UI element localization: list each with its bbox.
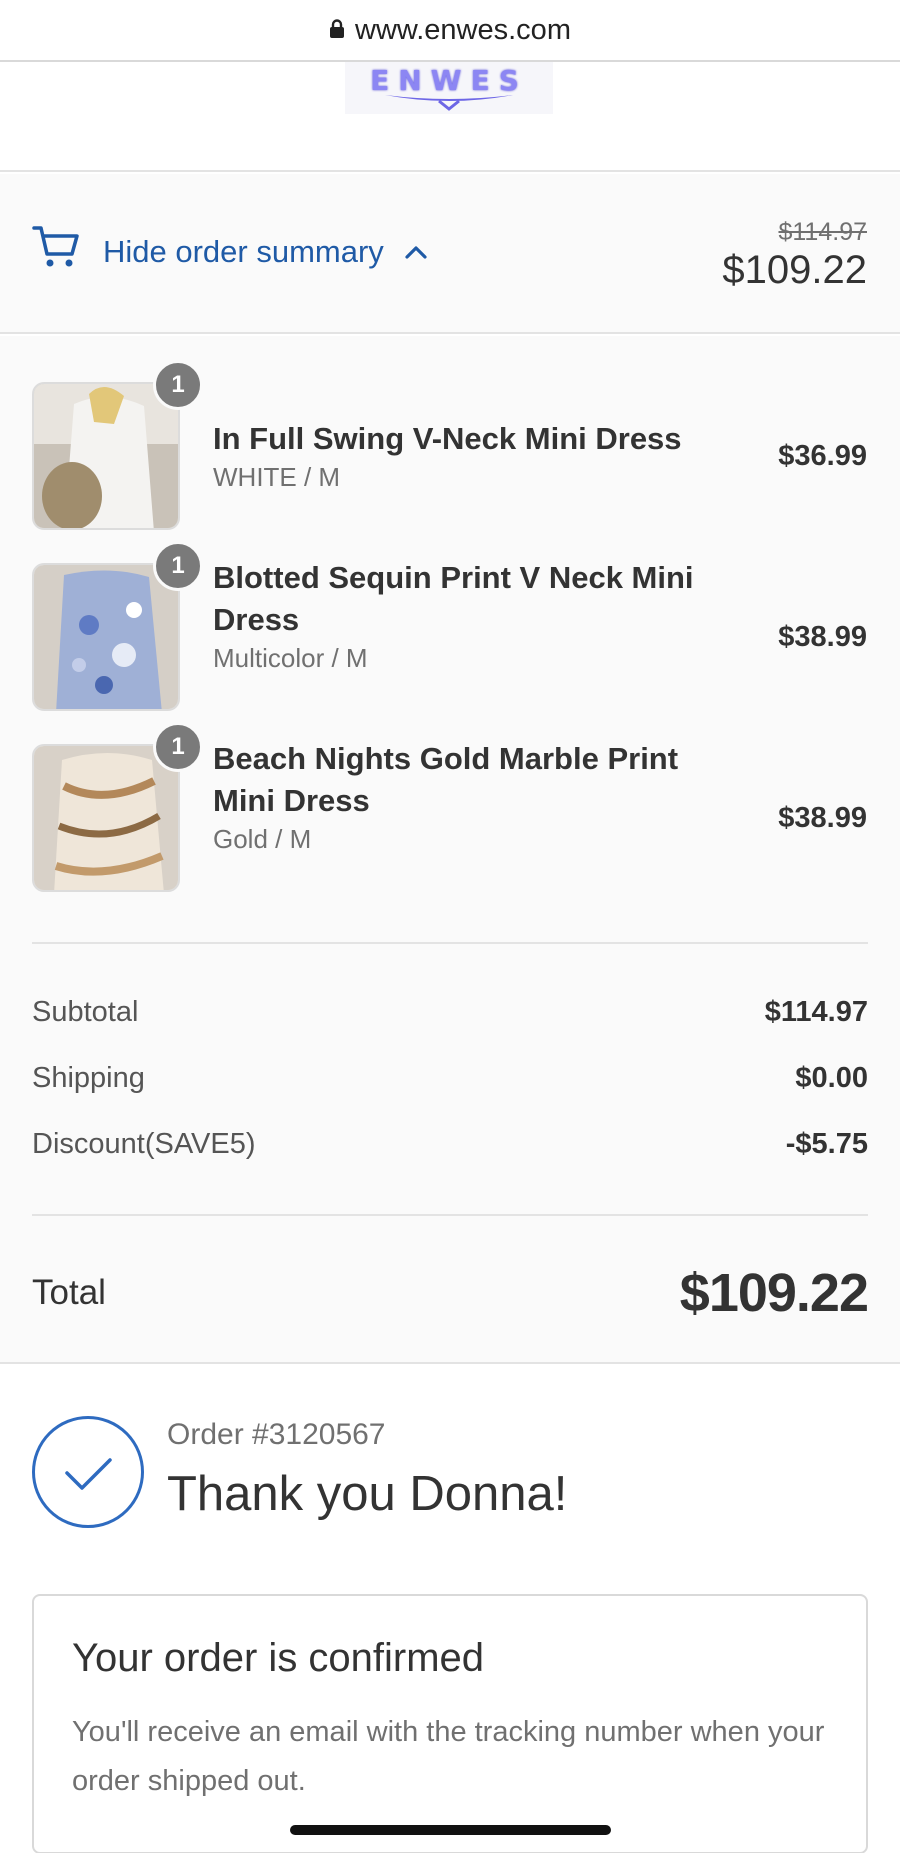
- line-item: 1 In Full Swing V-Neck Mini Dress WHITE …: [0, 360, 900, 532]
- subtotal-row: Subtotal $114.97: [32, 996, 868, 1029]
- browser-url-bar[interactable]: www.enwes.com: [0, 0, 900, 62]
- line-item: 1 Blotted Sequin Print V Neck Mini Dress…: [0, 541, 900, 713]
- order-number: Order #3120567: [167, 1418, 386, 1451]
- quantity-badge: 1: [153, 541, 203, 591]
- product-thumbnail: [32, 382, 180, 530]
- cart-icon: [32, 224, 80, 275]
- chevron-up-icon: [404, 244, 428, 265]
- discount-label: Discount(SAVE5): [32, 1128, 256, 1160]
- subtotal-label: Subtotal: [32, 996, 139, 1028]
- item-details: Beach Nights Gold Marble Print Mini Dres…: [213, 738, 713, 855]
- summary-current-price: $109.22: [722, 248, 867, 292]
- item-variant: Gold / M: [213, 824, 312, 854]
- confirm-message: You'll receive an email with the trackin…: [72, 1716, 825, 1797]
- site-header: ENWES: [0, 62, 900, 172]
- hide-order-summary-link[interactable]: Hide order summary: [103, 234, 384, 270]
- item-name: In Full Swing V-Neck Mini Dress: [213, 421, 682, 456]
- url-text: www.enwes.com: [355, 13, 571, 46]
- total-value: $109.22: [679, 1263, 869, 1323]
- shipping-value: $0.00: [795, 1062, 868, 1094]
- line-item: 1 Beach Nights Gold Marble Print Mini Dr…: [0, 722, 900, 894]
- thank-you-heading: Thank you Donna!: [167, 1467, 568, 1521]
- total-label: Total: [32, 1273, 106, 1312]
- item-price: $38.99: [778, 621, 867, 653]
- quantity-badge: 1: [153, 360, 203, 410]
- item-details: Blotted Sequin Print V Neck Mini Dress M…: [213, 557, 713, 674]
- item-price: $38.99: [778, 802, 867, 834]
- item-variant: Multicolor / M: [213, 643, 368, 673]
- checkmark-circle-icon: [32, 1416, 144, 1528]
- lock-icon: [329, 19, 345, 39]
- enwes-logo[interactable]: ENWES: [345, 62, 553, 114]
- home-indicator[interactable]: [290, 1825, 611, 1835]
- order-summary-panel: 1 In Full Swing V-Neck Mini Dress WHITE …: [0, 336, 900, 1364]
- quantity-badge: 1: [153, 722, 203, 772]
- order-summary-toggle[interactable]: Hide order summary $114.97 $109.22: [0, 174, 900, 334]
- product-thumbnail: [32, 744, 180, 892]
- item-name: Blotted Sequin Print V Neck Mini Dress: [213, 560, 694, 637]
- subtotal-value: $114.97: [764, 996, 868, 1028]
- item-details: In Full Swing V-Neck Mini Dress WHITE / …: [213, 418, 713, 493]
- divider: [32, 942, 868, 944]
- original-price: $114.97: [778, 218, 867, 246]
- discount-row: Discount(SAVE5) -$5.75: [32, 1128, 868, 1161]
- item-name: Beach Nights Gold Marble Print Mini Dres…: [213, 741, 679, 818]
- shipping-row: Shipping $0.00: [32, 1062, 868, 1095]
- order-confirmed-box: Your order is confirmed You'll receive a…: [32, 1594, 868, 1853]
- logo-swoosh-icon: [385, 95, 513, 111]
- confirm-title: Your order is confirmed: [72, 1636, 485, 1680]
- item-variant: WHITE / M: [213, 462, 341, 492]
- item-price: $36.99: [778, 440, 867, 472]
- shipping-label: Shipping: [32, 1062, 145, 1094]
- total-row: Total $109.22: [32, 1262, 869, 1324]
- product-thumbnail: [32, 563, 180, 711]
- divider: [32, 1214, 868, 1216]
- discount-value: -$5.75: [785, 1128, 868, 1160]
